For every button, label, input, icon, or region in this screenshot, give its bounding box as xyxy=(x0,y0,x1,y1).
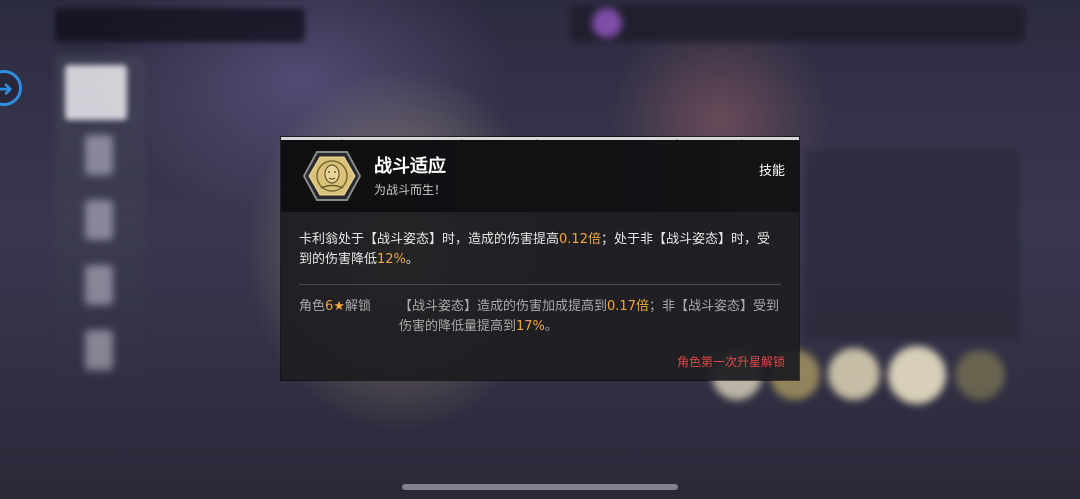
star-unlock-row: 角色6★解锁 【战斗姿态】造成的伤害加成提高到0.17倍；非【战斗姿态】受到伤害… xyxy=(299,297,781,337)
top-left-bar-blurred xyxy=(55,8,305,42)
skill-orb xyxy=(828,348,880,400)
unlock-condition-note: 角色第一次升星解锁 xyxy=(676,355,785,369)
skill-name: 战斗适应 xyxy=(374,156,446,177)
currency-orb xyxy=(592,8,622,38)
home-indicator[interactable] xyxy=(402,484,678,490)
unlock-requirement-prefix: 角色 xyxy=(299,299,326,314)
top-right-resource-bar-blurred xyxy=(570,6,1025,42)
skill-orb xyxy=(955,350,1005,400)
unlock-requirement: 角色6★解锁 xyxy=(299,297,399,337)
left-panel-item xyxy=(85,200,113,240)
right-panel-blurred xyxy=(805,150,1020,340)
card-body: 卡利翁处于【战斗姿态】时，造成的伤害提高0.12倍；处于非【战斗姿态】时，受到的… xyxy=(281,212,799,337)
skill-subtitle: 为战斗而生！ xyxy=(374,183,447,197)
skill-description: 卡利翁处于【战斗姿态】时，造成的伤害提高0.12倍；处于非【战斗姿态】时，受到的… xyxy=(299,230,781,270)
card-header: 战斗适应 为战斗而生！ 技能 xyxy=(281,140,799,212)
unlock-requirement-suffix: 解锁 xyxy=(344,299,371,314)
description-text: 。 xyxy=(405,252,419,267)
description-text: 卡利翁处于【战斗姿态】时，造成的伤害提高 xyxy=(299,232,560,247)
left-panel-item xyxy=(85,265,113,305)
left-panel-item xyxy=(85,330,113,370)
unlock-text: 。 xyxy=(544,319,558,334)
description-value: 12% xyxy=(377,252,406,267)
face-portrait-icon xyxy=(303,151,361,201)
skill-tooltip-card: 战斗适应 为战斗而生！ 技能 卡利翁处于【战斗姿态】时，造成的伤害提高0.12倍… xyxy=(281,137,799,380)
unlock-value: 0.17倍 xyxy=(607,299,649,314)
skill-type-label: 技能 xyxy=(758,164,785,179)
unlock-value: 17% xyxy=(516,319,545,334)
left-panel-tile-blurred xyxy=(65,65,127,120)
unlock-text: 【战斗姿态】造成的伤害加成提高到 xyxy=(399,299,608,314)
description-value: 0.12倍 xyxy=(559,232,601,247)
unlock-description: 【战斗姿态】造成的伤害加成提高到0.17倍；非【战斗姿态】受到伤害的降低量提高到… xyxy=(399,297,781,337)
skill-orb xyxy=(888,346,946,404)
divider xyxy=(299,284,781,285)
unlock-star-count: 6★ xyxy=(325,299,345,314)
left-panel-item xyxy=(85,135,113,175)
